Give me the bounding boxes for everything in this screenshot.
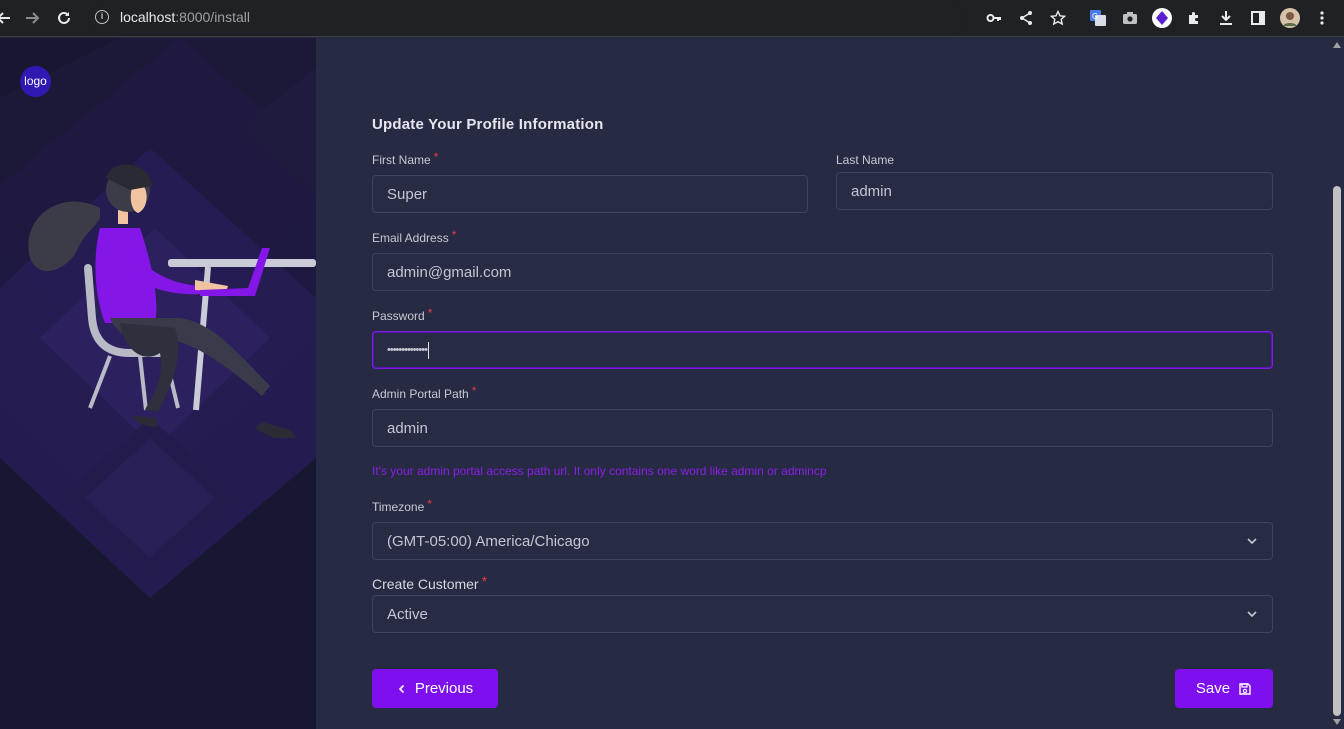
bookmark-star-icon[interactable] — [1047, 7, 1069, 29]
forward-icon[interactable] — [22, 8, 42, 28]
woman-at-desk-illustration — [28, 164, 316, 438]
profile-avatar[interactable] — [1279, 7, 1301, 29]
address-bar[interactable]: i localhost:8000/install — [88, 3, 968, 33]
extension-logo-icon[interactable] — [1151, 7, 1173, 29]
reload-icon[interactable] — [54, 8, 74, 28]
page-title: Update Your Profile Information — [372, 116, 604, 133]
camera-icon[interactable] — [1119, 7, 1141, 29]
first-name-label: First Name * — [372, 150, 439, 167]
illustration-panel: logo — [0, 38, 316, 729]
scroll-thumb[interactable] — [1333, 186, 1341, 716]
scroll-up-arrow[interactable] — [1333, 42, 1341, 48]
email-label: Email Address * — [372, 228, 457, 245]
admin-path-input[interactable]: admin — [372, 409, 1273, 447]
save-button[interactable]: Save — [1175, 669, 1273, 708]
password-label: Password * — [372, 306, 433, 323]
logo: logo — [20, 66, 51, 97]
scroll-down-arrow[interactable] — [1333, 719, 1341, 725]
share-icon[interactable] — [1015, 7, 1037, 29]
last-name-label: Last Name — [836, 153, 895, 167]
admin-path-label: Admin Portal Path * — [372, 384, 477, 401]
email-input[interactable]: admin@gmail.com — [372, 253, 1273, 291]
scrollbar[interactable] — [1330, 38, 1344, 729]
side-panel-icon[interactable] — [1247, 7, 1269, 29]
svg-text:G: G — [1092, 12, 1098, 21]
create-customer-select[interactable]: Active — [372, 595, 1273, 633]
password-input[interactable]: •••••••••••••• — [372, 331, 1273, 369]
chevron-down-icon — [1247, 611, 1257, 618]
chevron-down-icon — [1247, 538, 1257, 545]
chevron-left-icon — [398, 684, 404, 693]
back-icon[interactable] — [0, 8, 14, 28]
download-icon[interactable] — [1215, 7, 1237, 29]
timezone-label: Timezone * — [372, 497, 432, 514]
url-text: localhost:8000/install — [120, 9, 250, 25]
key-icon[interactable] — [983, 7, 1005, 29]
admin-path-hint: It's your admin portal access path url. … — [372, 464, 827, 478]
floppy-disk-icon — [1239, 682, 1251, 695]
last-name-input[interactable]: admin — [836, 172, 1273, 210]
chrome-menu-icon[interactable] — [1311, 7, 1333, 29]
first-name-input[interactable]: Super — [372, 175, 808, 213]
site-info-icon[interactable]: i — [95, 10, 109, 24]
text-cursor — [427, 341, 429, 359]
browser-toolbar: i localhost:8000/install G — [0, 0, 1344, 37]
create-customer-label: Create Customer * — [372, 573, 488, 592]
timezone-select[interactable]: (GMT-05:00) America/Chicago — [372, 522, 1273, 560]
puzzle-icon[interactable] — [1183, 7, 1205, 29]
translate-icon[interactable]: G — [1087, 7, 1109, 29]
previous-button[interactable]: Previous — [372, 669, 498, 708]
